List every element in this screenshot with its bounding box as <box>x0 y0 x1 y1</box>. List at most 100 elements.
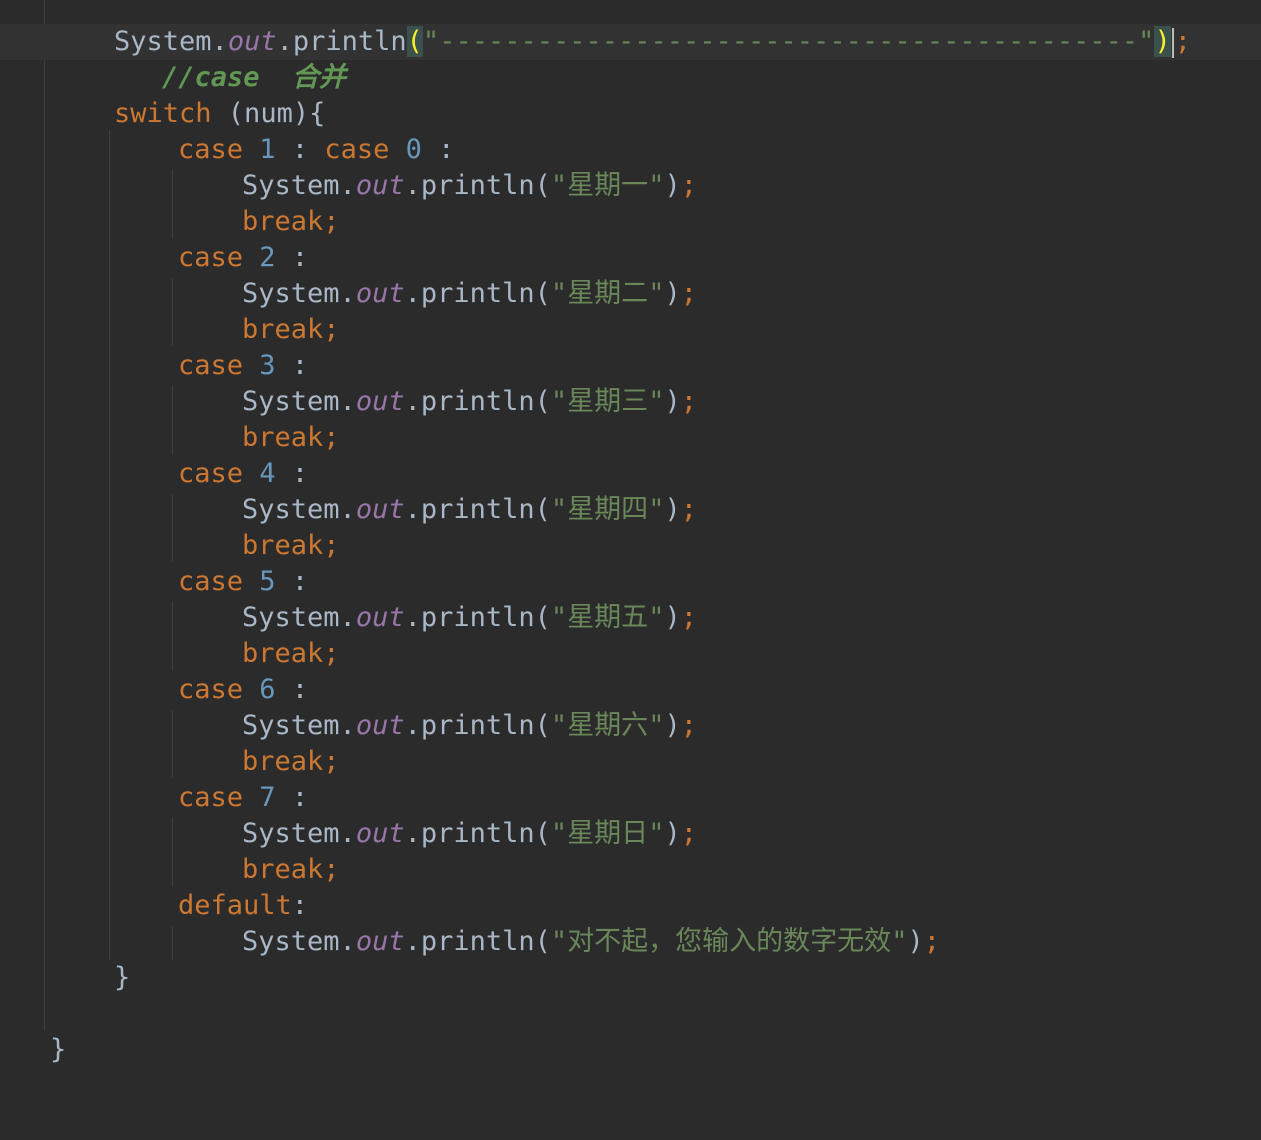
code-line-default-println[interactable]: System.out.println("对不起，您输入的数字无效"); <box>0 924 1261 960</box>
code-line-break-2[interactable]: break; <box>0 420 1261 456</box>
token-quote: " <box>648 818 665 849</box>
token-dot: . <box>339 818 356 849</box>
token-paren: ) <box>664 386 681 417</box>
token-paren: ) <box>664 494 681 525</box>
token-keyword: break <box>242 746 324 777</box>
token-method: println <box>420 494 535 525</box>
code-line-case-println-1[interactable]: System.out.println("星期二"); <box>0 276 1261 312</box>
code-line-switch[interactable]: switch (num){ <box>0 96 1261 132</box>
token-colon: : <box>275 242 309 273</box>
token-class: System <box>242 386 340 417</box>
token-field: out <box>227 26 277 57</box>
token-colon: : <box>275 566 309 597</box>
token-keyword: break <box>242 422 324 453</box>
code-editor[interactable]: System.out.println("--------------------… <box>0 0 1261 1086</box>
token-number: 4 <box>259 458 276 489</box>
code-line-case-3[interactable]: case 4 : <box>0 456 1261 492</box>
code-line-method-close[interactable]: } <box>0 1032 1261 1068</box>
code-line-case-1[interactable]: case 2 : <box>0 240 1261 276</box>
code-line-comment[interactable]: //case 合并 <box>0 60 1261 96</box>
token-semicolon: ; <box>923 926 940 957</box>
token-dot: . <box>339 494 356 525</box>
token-keyword: default <box>178 890 292 921</box>
token-semicolon: ; <box>680 494 697 525</box>
token-keyword: break <box>242 854 324 885</box>
token-keyword: switch <box>114 98 212 129</box>
token-quote: " <box>891 926 908 957</box>
code-line-default[interactable]: default: <box>0 888 1261 924</box>
token-keyword: case <box>324 134 390 165</box>
token-dot: . <box>339 710 356 741</box>
token-quote: " <box>550 494 568 525</box>
token-class: System <box>114 26 212 57</box>
token-paren: ( <box>534 602 551 633</box>
token-string: 星期六 <box>567 710 649 741</box>
code-line-case-println-5[interactable]: System.out.println("星期六"); <box>0 708 1261 744</box>
code-line-switch-close[interactable]: } <box>0 960 1261 996</box>
token-dot: . <box>404 926 421 957</box>
token-semicolon: ; <box>1174 26 1191 57</box>
token-colon: : <box>275 134 325 165</box>
token-paren: ) <box>664 710 681 741</box>
token-comment: //case 合并 <box>162 62 347 93</box>
token-paren: ( <box>534 278 551 309</box>
token-semicolon: ; <box>680 602 697 633</box>
token-semicolon: ; <box>323 638 340 669</box>
code-line-break-1[interactable]: break; <box>0 312 1261 348</box>
token-keyword: case <box>178 782 244 813</box>
code-line-break-0[interactable]: break; <box>0 204 1261 240</box>
code-line-case-println-2[interactable]: System.out.println("星期三"); <box>0 384 1261 420</box>
token-semicolon: ; <box>323 746 340 777</box>
code-line-case-println-0[interactable]: System.out.println("星期一"); <box>0 168 1261 204</box>
code-line-break-5[interactable]: break; <box>0 744 1261 780</box>
code-line-break-3[interactable]: break; <box>0 528 1261 564</box>
token-keyword: case <box>178 242 244 273</box>
token-field: out <box>355 170 405 201</box>
matched-paren-open: ( <box>406 26 423 57</box>
token-field: out <box>355 386 405 417</box>
code-line-case-println-4[interactable]: System.out.println("星期五"); <box>0 600 1261 636</box>
token-paren: ) <box>664 818 681 849</box>
token-dot: . <box>339 926 356 957</box>
code-line-break-4[interactable]: break; <box>0 636 1261 672</box>
code-line-case-6[interactable]: case 7 : <box>0 780 1261 816</box>
token-method: println <box>420 818 535 849</box>
code-line-case-println-3[interactable]: System.out.println("星期四"); <box>0 492 1261 528</box>
token-quote: " <box>648 170 665 201</box>
code-line-case-println-6[interactable]: System.out.println("星期日"); <box>0 816 1261 852</box>
token-semicolon: ; <box>323 314 340 345</box>
token-quote: " <box>550 278 568 309</box>
token-string: ----------------------------------------… <box>439 26 1139 57</box>
token-semicolon: ; <box>680 278 697 309</box>
token-string: 星期日 <box>567 818 649 849</box>
token-quote: " <box>550 926 568 957</box>
matched-paren-close: ) <box>1154 26 1171 57</box>
token-field: out <box>355 602 405 633</box>
token-field: out <box>355 710 405 741</box>
token-method: println <box>420 710 535 741</box>
token-string: 星期三 <box>567 386 649 417</box>
token-dot: . <box>404 494 421 525</box>
token-keyword: case <box>178 134 244 165</box>
token-field: out <box>355 926 405 957</box>
token-dot: . <box>339 602 356 633</box>
token-keyword: break <box>242 314 324 345</box>
token-paren: ( <box>534 494 551 525</box>
token-method: println <box>420 926 535 957</box>
token-paren: ( <box>534 818 551 849</box>
code-line-case-4[interactable]: case 5 : <box>0 564 1261 600</box>
code-line-break-6[interactable]: break; <box>0 852 1261 888</box>
code-line-case-0[interactable]: case 1 : case 0 : <box>0 132 1261 168</box>
token-quote: " <box>550 602 568 633</box>
token-keyword: break <box>242 638 324 669</box>
token-colon: : <box>275 782 309 813</box>
token-dot: . <box>404 818 421 849</box>
token-brace: } <box>114 962 131 993</box>
code-line-println-separator[interactable]: System.out.println("--------------------… <box>0 24 1261 60</box>
token-field: out <box>355 818 405 849</box>
code-line-case-2[interactable]: case 3 : <box>0 348 1261 384</box>
token-quote: " <box>550 386 568 417</box>
token-quote: " <box>648 278 665 309</box>
code-line-case-5[interactable]: case 6 : <box>0 672 1261 708</box>
token-semicolon: ; <box>323 422 340 453</box>
